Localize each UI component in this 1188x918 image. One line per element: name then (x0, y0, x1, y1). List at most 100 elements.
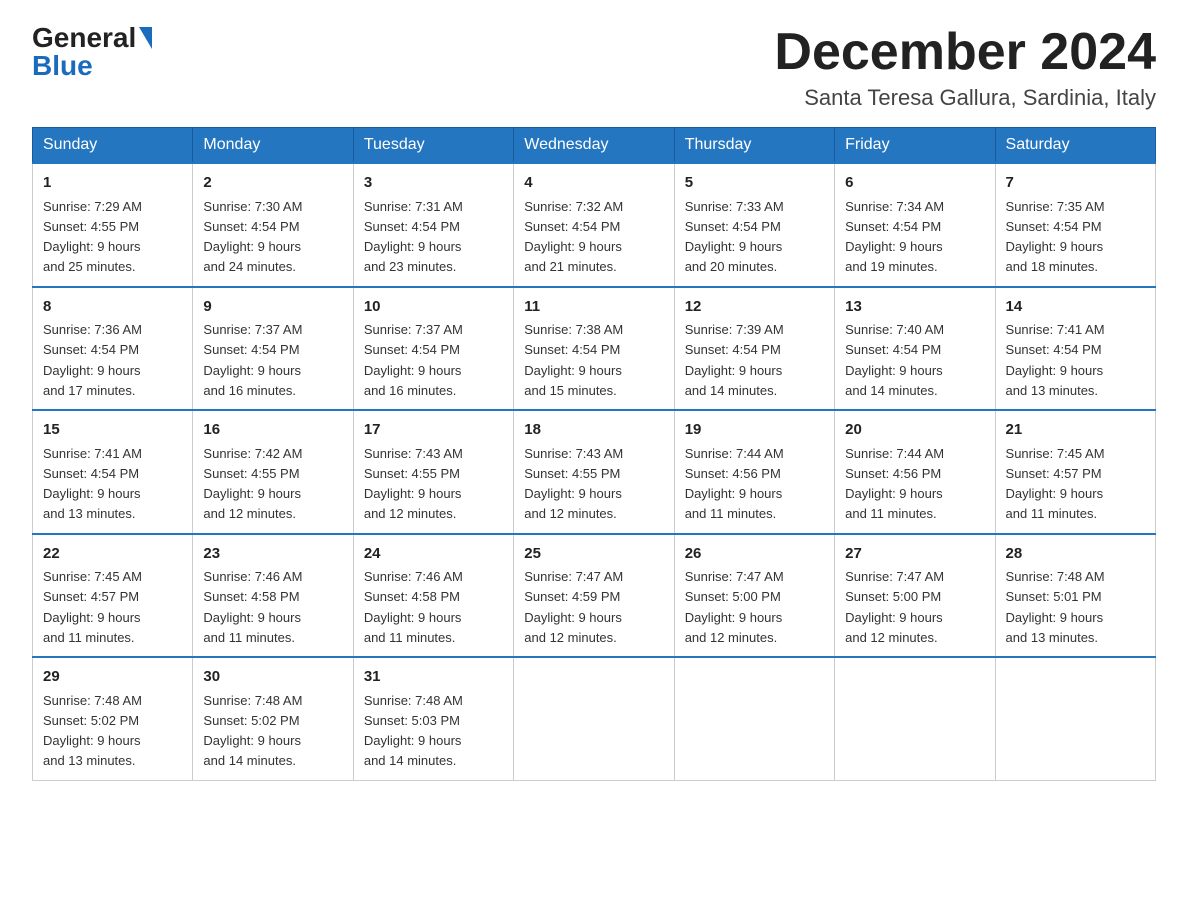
day-cell-5: 5Sunrise: 7:33 AMSunset: 4:54 PMDaylight… (674, 163, 834, 287)
day-info: Sunrise: 7:30 AMSunset: 4:54 PMDaylight:… (203, 199, 302, 275)
day-cell-11: 11Sunrise: 7:38 AMSunset: 4:54 PMDayligh… (514, 287, 674, 411)
day-cell-16: 16 Sunrise: 7:42 AMSunset: 4:55 PMDayligh… (193, 410, 353, 534)
day-info: Sunrise: 7:41 AMSunset: 4:54 PMDaylight:… (1006, 322, 1105, 398)
day-info: Sunrise: 7:31 AMSunset: 4:54 PMDaylight:… (364, 199, 463, 275)
logo-general-text: General (32, 24, 136, 52)
empty-cell (835, 657, 995, 780)
day-number: 10 (364, 296, 503, 319)
day-cell-26: 26 Sunrise: 7:47 AMSunset: 5:00 PMDayligh… (674, 534, 834, 658)
title-section: December 2024 Santa Teresa Gallura, Sard… (774, 24, 1156, 111)
day-cell-2: 2 Sunrise: 7:30 AMSunset: 4:54 PMDaylight… (193, 163, 353, 287)
day-number: 16 (203, 419, 342, 442)
day-info: Sunrise: 7:38 AMSunset: 4:54 PMDaylight:… (524, 322, 623, 398)
day-cell-30: 30Sunrise: 7:48 AMSunset: 5:02 PMDayligh… (193, 657, 353, 780)
day-info: Sunrise: 7:47 AMSunset: 5:00 PMDaylight:… (685, 569, 784, 645)
logo-blue-text: Blue (32, 52, 93, 80)
day-info: Sunrise: 7:48 AMSunset: 5:03 PMDaylight:… (364, 693, 463, 769)
day-cell-18: 18 Sunrise: 7:43 AMSunset: 4:55 PMDayligh… (514, 410, 674, 534)
day-info: Sunrise: 7:45 AMSunset: 4:57 PMDaylight:… (1006, 446, 1105, 522)
day-number: 26 (685, 543, 824, 566)
day-cell-9: 9Sunrise: 7:37 AMSunset: 4:54 PMDaylight… (193, 287, 353, 411)
logo: General Blue (32, 24, 152, 80)
weekday-header-wednesday: Wednesday (514, 128, 674, 164)
day-cell-10: 10 Sunrise: 7:37 AMSunset: 4:54 PMDayligh… (353, 287, 513, 411)
day-number: 27 (845, 543, 984, 566)
day-number: 7 (1006, 172, 1145, 195)
day-number: 17 (364, 419, 503, 442)
day-cell-7: 7 Sunrise: 7:35 AMSunset: 4:54 PMDaylight… (995, 163, 1155, 287)
day-cell-28: 28Sunrise: 7:48 AMSunset: 5:01 PMDayligh… (995, 534, 1155, 658)
day-cell-13: 13Sunrise: 7:40 AMSunset: 4:54 PMDayligh… (835, 287, 995, 411)
weekday-header-tuesday: Tuesday (353, 128, 513, 164)
day-cell-22: 22 Sunrise: 7:45 AMSunset: 4:57 PMDayligh… (33, 534, 193, 658)
day-number: 23 (203, 543, 342, 566)
empty-cell (674, 657, 834, 780)
day-cell-14: 14 Sunrise: 7:41 AMSunset: 4:54 PMDayligh… (995, 287, 1155, 411)
day-cell-20: 20Sunrise: 7:44 AMSunset: 4:56 PMDayligh… (835, 410, 995, 534)
month-title: December 2024 (774, 24, 1156, 81)
day-cell-19: 19 Sunrise: 7:44 AMSunset: 4:56 PMDayligh… (674, 410, 834, 534)
week-row-3: 15 Sunrise: 7:41 AMSunset: 4:54 PMDayligh… (33, 410, 1156, 534)
day-number: 2 (203, 172, 342, 195)
day-number: 6 (845, 172, 984, 195)
day-cell-31: 31 Sunrise: 7:48 AMSunset: 5:03 PMDayligh… (353, 657, 513, 780)
day-number: 13 (845, 296, 984, 319)
day-number: 22 (43, 543, 182, 566)
day-info: Sunrise: 7:46 AMSunset: 4:58 PMDaylight:… (364, 569, 463, 645)
day-number: 3 (364, 172, 503, 195)
day-cell-8: 8 Sunrise: 7:36 AMSunset: 4:54 PMDaylight… (33, 287, 193, 411)
day-info: Sunrise: 7:36 AMSunset: 4:54 PMDaylight:… (43, 322, 142, 398)
day-info: Sunrise: 7:46 AMSunset: 4:58 PMDaylight:… (203, 569, 302, 645)
weekday-header-row: SundayMondayTuesdayWednesdayThursdayFrid… (33, 128, 1156, 164)
logo-triangle-icon (139, 27, 152, 49)
day-cell-21: 21Sunrise: 7:45 AMSunset: 4:57 PMDayligh… (995, 410, 1155, 534)
day-info: Sunrise: 7:35 AMSunset: 4:54 PMDaylight:… (1006, 199, 1105, 275)
day-info: Sunrise: 7:45 AMSunset: 4:57 PMDaylight:… (43, 569, 142, 645)
day-info: Sunrise: 7:41 AMSunset: 4:54 PMDaylight:… (43, 446, 142, 522)
day-info: Sunrise: 7:47 AMSunset: 4:59 PMDaylight:… (524, 569, 623, 645)
day-cell-15: 15 Sunrise: 7:41 AMSunset: 4:54 PMDayligh… (33, 410, 193, 534)
day-info: Sunrise: 7:44 AMSunset: 4:56 PMDaylight:… (685, 446, 784, 522)
day-number: 12 (685, 296, 824, 319)
day-number: 9 (203, 296, 342, 319)
day-number: 1 (43, 172, 182, 195)
day-info: Sunrise: 7:42 AMSunset: 4:55 PMDaylight:… (203, 446, 302, 522)
day-cell-4: 4 Sunrise: 7:32 AMSunset: 4:54 PMDaylight… (514, 163, 674, 287)
day-number: 31 (364, 666, 503, 689)
day-cell-25: 25 Sunrise: 7:47 AMSunset: 4:59 PMDayligh… (514, 534, 674, 658)
day-info: Sunrise: 7:47 AMSunset: 5:00 PMDaylight:… (845, 569, 944, 645)
weekday-header-sunday: Sunday (33, 128, 193, 164)
week-row-2: 8 Sunrise: 7:36 AMSunset: 4:54 PMDaylight… (33, 287, 1156, 411)
page-header: General Blue December 2024 Santa Teresa … (32, 24, 1156, 111)
day-info: Sunrise: 7:33 AMSunset: 4:54 PMDaylight:… (685, 199, 784, 275)
day-info: Sunrise: 7:29 AMSunset: 4:55 PMDaylight:… (43, 199, 142, 275)
day-cell-6: 6Sunrise: 7:34 AMSunset: 4:54 PMDaylight… (835, 163, 995, 287)
day-cell-23: 23 Sunrise: 7:46 AMSunset: 4:58 PMDayligh… (193, 534, 353, 658)
day-number: 15 (43, 419, 182, 442)
day-cell-17: 17 Sunrise: 7:43 AMSunset: 4:55 PMDayligh… (353, 410, 513, 534)
day-number: 8 (43, 296, 182, 319)
day-number: 19 (685, 419, 824, 442)
day-number: 25 (524, 543, 663, 566)
weekday-header-friday: Friday (835, 128, 995, 164)
day-info: Sunrise: 7:43 AMSunset: 4:55 PMDaylight:… (364, 446, 463, 522)
day-number: 30 (203, 666, 342, 689)
day-info: Sunrise: 7:32 AMSunset: 4:54 PMDaylight:… (524, 199, 623, 275)
week-row-1: 1 Sunrise: 7:29 AMSunset: 4:55 PMDaylight… (33, 163, 1156, 287)
day-info: Sunrise: 7:48 AMSunset: 5:02 PMDaylight:… (43, 693, 142, 769)
day-info: Sunrise: 7:43 AMSunset: 4:55 PMDaylight:… (524, 446, 623, 522)
empty-cell (514, 657, 674, 780)
calendar-table: SundayMondayTuesdayWednesdayThursdayFrid… (32, 127, 1156, 781)
weekday-header-thursday: Thursday (674, 128, 834, 164)
day-cell-27: 27 Sunrise: 7:47 AMSunset: 5:00 PMDayligh… (835, 534, 995, 658)
day-number: 29 (43, 666, 182, 689)
day-cell-24: 24 Sunrise: 7:46 AMSunset: 4:58 PMDayligh… (353, 534, 513, 658)
day-cell-12: 12Sunrise: 7:39 AMSunset: 4:54 PMDayligh… (674, 287, 834, 411)
day-number: 4 (524, 172, 663, 195)
day-number: 18 (524, 419, 663, 442)
day-info: Sunrise: 7:37 AMSunset: 4:54 PMDaylight:… (364, 322, 463, 398)
empty-cell (995, 657, 1155, 780)
day-number: 14 (1006, 296, 1145, 319)
day-number: 24 (364, 543, 503, 566)
day-cell-29: 29 Sunrise: 7:48 AMSunset: 5:02 PMDayligh… (33, 657, 193, 780)
